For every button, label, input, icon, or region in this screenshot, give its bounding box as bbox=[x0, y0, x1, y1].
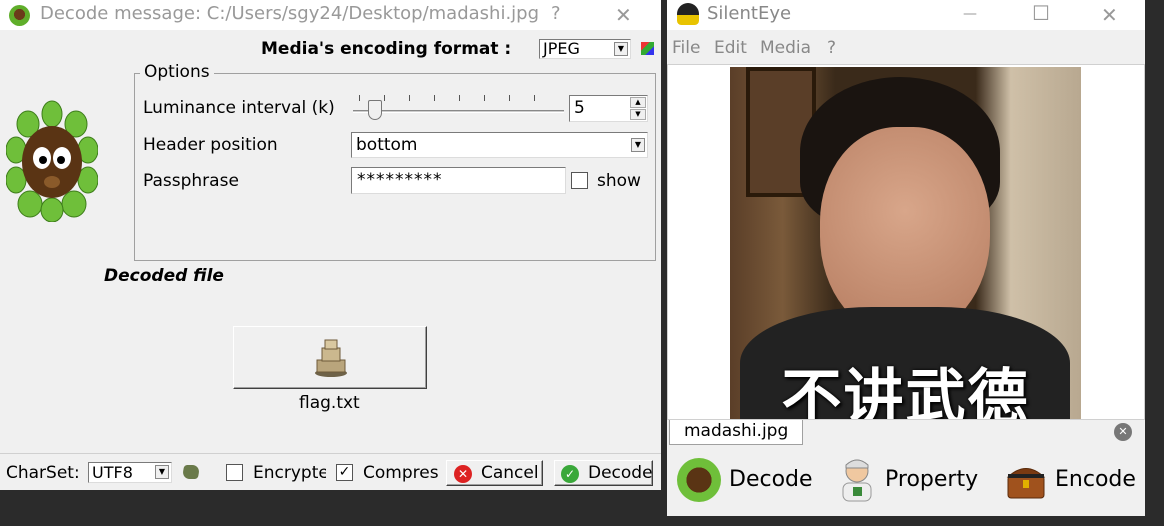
chevron-down-icon: ▼ bbox=[155, 465, 169, 479]
file-tab-label: madashi.jpg bbox=[684, 421, 789, 441]
menu-file[interactable]: File bbox=[672, 38, 700, 58]
slider-handle[interactable] bbox=[368, 100, 382, 120]
close-button[interactable]: ✕ bbox=[615, 3, 632, 27]
encode-toolbar-button[interactable]: Encode bbox=[1003, 455, 1145, 505]
cancel-label: Cancel bbox=[481, 463, 539, 483]
header-position-label: Header position bbox=[143, 135, 278, 155]
spin-down-icon[interactable]: ▼ bbox=[630, 109, 646, 120]
slider-ticks bbox=[359, 95, 559, 101]
show-label: show bbox=[597, 171, 641, 191]
header-position-value: bottom bbox=[356, 135, 418, 155]
property-person-icon bbox=[835, 457, 879, 503]
show-checkbox[interactable] bbox=[571, 172, 588, 189]
cancel-button[interactable]: ✕ Cancel bbox=[446, 460, 543, 486]
silenteye-logo-icon bbox=[677, 3, 699, 25]
menu-help[interactable]: ? bbox=[827, 38, 836, 58]
decode-bottom-bar: CharSet: UTF8 ▼ Encrypte ✓ Compres ✕ Can… bbox=[0, 453, 661, 490]
check-icon: ✓ bbox=[561, 465, 579, 483]
passphrase-field[interactable]: ********* bbox=[351, 167, 566, 194]
palette-icon bbox=[641, 42, 654, 55]
app-icon bbox=[9, 5, 30, 26]
format-select-value: JPEG bbox=[543, 39, 580, 58]
decode-confirm-label: Decode bbox=[588, 463, 653, 483]
luminance-spinbox[interactable]: 5 ▲ ▼ bbox=[569, 95, 648, 122]
leaf-icon[interactable] bbox=[181, 465, 201, 479]
menu-bar: File Edit Media ? bbox=[667, 36, 1145, 62]
charset-select[interactable]: UTF8 ▼ bbox=[88, 462, 172, 483]
silenteye-window-title: SilentEye bbox=[707, 3, 792, 24]
decode-confirm-button[interactable]: ✓ Decode bbox=[554, 460, 653, 486]
decoded-file-button[interactable] bbox=[233, 326, 427, 389]
options-legend: Options bbox=[140, 62, 214, 82]
compress-checkbox[interactable]: ✓ bbox=[336, 464, 353, 481]
image-caption: 不讲武德 bbox=[781, 363, 1030, 419]
encode-chest-icon bbox=[1005, 460, 1047, 500]
encode-toolbar-label: Encode bbox=[1055, 467, 1136, 492]
slider-groove bbox=[353, 110, 564, 113]
menu-media[interactable]: Media bbox=[760, 38, 811, 58]
encrypted-checkbox[interactable] bbox=[226, 464, 243, 481]
passphrase-value: ********* bbox=[357, 170, 443, 190]
decode-toolbar-button[interactable]: Decode bbox=[675, 455, 815, 505]
format-select[interactable]: JPEG ▼ bbox=[539, 39, 631, 59]
file-tab[interactable]: madashi.jpg bbox=[669, 420, 803, 445]
media-image[interactable]: 不讲武德 bbox=[730, 67, 1081, 419]
format-label: Media's encoding format : bbox=[261, 39, 512, 59]
luminance-label: Luminance interval (k) bbox=[143, 98, 335, 118]
silenteye-titlebar[interactable]: SilentEye — ☐ ✕ bbox=[667, 0, 1145, 30]
media-area: 不讲武德 bbox=[667, 64, 1145, 420]
spin-up-icon[interactable]: ▲ bbox=[630, 97, 646, 108]
property-toolbar-label: Property bbox=[885, 467, 979, 492]
luminance-slider[interactable] bbox=[351, 90, 566, 122]
mascot-icon bbox=[5, 100, 99, 223]
charset-value: UTF8 bbox=[92, 463, 133, 482]
decoded-file-label: Decoded file bbox=[104, 266, 224, 286]
charset-label: CharSet: bbox=[6, 463, 80, 483]
property-toolbar-button[interactable]: Property bbox=[833, 455, 993, 505]
decoded-file-name: flag.txt bbox=[299, 393, 360, 413]
decode-mascot-icon bbox=[677, 458, 721, 502]
decode-toolbar-label: Decode bbox=[729, 467, 813, 492]
file-box-icon bbox=[315, 339, 347, 377]
menu-edit[interactable]: Edit bbox=[714, 38, 747, 58]
luminance-value: 5 bbox=[574, 98, 585, 118]
close-tab-icon[interactable]: ✕ bbox=[1114, 423, 1132, 441]
decode-window-title: Decode message: C:/Users/sgy24/Desktop/m… bbox=[40, 3, 540, 24]
decode-titlebar[interactable]: Decode message: C:/Users/sgy24/Desktop/m… bbox=[0, 0, 661, 30]
image-person-face bbox=[820, 127, 990, 337]
minimize-button[interactable]: — bbox=[963, 6, 977, 22]
decode-dialog: Decode message: C:/Users/sgy24/Desktop/m… bbox=[0, 0, 661, 490]
passphrase-label: Passphrase bbox=[143, 171, 239, 191]
compress-label: Compres bbox=[363, 463, 439, 483]
cancel-icon: ✕ bbox=[454, 465, 472, 483]
chevron-down-icon: ▼ bbox=[614, 42, 628, 56]
maximize-button[interactable]: ☐ bbox=[1032, 1, 1050, 25]
close-button[interactable]: ✕ bbox=[1101, 3, 1118, 27]
help-button[interactable]: ? bbox=[551, 3, 561, 24]
header-position-select[interactable]: bottom ▼ bbox=[351, 132, 648, 158]
encrypted-label: Encrypte bbox=[253, 463, 326, 483]
chevron-down-icon: ▼ bbox=[631, 138, 645, 152]
silenteye-window: SilentEye — ☐ ✕ File Edit Media ? 不讲武德 m… bbox=[667, 0, 1145, 516]
